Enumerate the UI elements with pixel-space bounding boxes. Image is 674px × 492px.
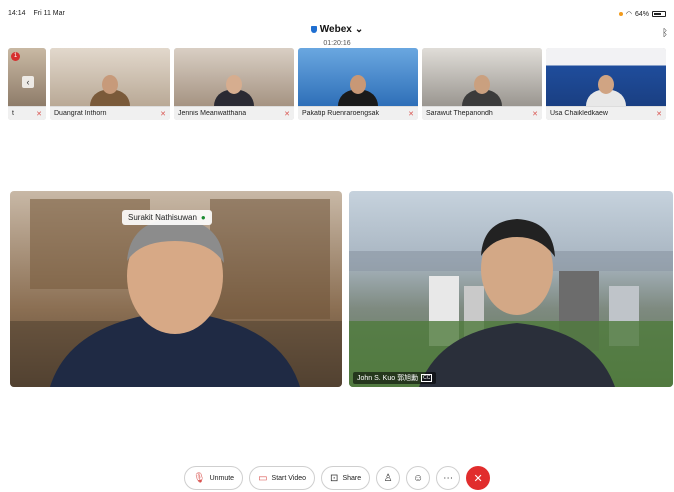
participant-figure — [586, 75, 626, 106]
participant-namebar: Duangrat Inthorn ✕ — [50, 106, 170, 120]
mic-muted-icon: ✕ — [160, 110, 166, 118]
mic-muted-icon: ✕ — [532, 110, 538, 118]
participant-thumb-5[interactable]: Usa Chaikledkaew ✕ — [546, 48, 666, 120]
status-date: Fri 11 Mar — [33, 10, 65, 17]
unmute-button[interactable]: 🎙 Unmute — [183, 466, 244, 490]
mic-muted-icon: ✕ — [284, 110, 290, 118]
video-off-icon: ▭ — [258, 472, 268, 484]
privacy-indicator-icon — [618, 12, 623, 16]
battery-icon — [652, 11, 666, 17]
wifi-icon: ◠ — [625, 11, 632, 18]
mic-on-icon: ● — [200, 213, 206, 222]
status-bar-left: 14:14 Fri 11 Mar — [8, 10, 71, 17]
participant-name: Pakatip Ruenraroengsak — [302, 110, 380, 117]
participant-name: Sarawut Thepanondh — [426, 110, 493, 117]
start-video-label: Start Video — [271, 474, 307, 482]
meeting-header: Webex ⌄ 01:20:16 — [0, 20, 674, 47]
participant-video — [50, 48, 170, 106]
mic-muted-icon: ✕ — [36, 110, 42, 118]
unmute-label: Unmute — [209, 474, 235, 482]
reactions-button[interactable]: ☺ — [406, 466, 431, 490]
participant-figure — [214, 75, 254, 106]
participant-namebar: t ✕ — [8, 106, 46, 120]
participant-thumb-1[interactable]: Duangrat Inthorn ✕ — [50, 48, 170, 120]
meeting-duration: 01:20:16 — [323, 40, 351, 47]
participant-video — [174, 48, 294, 106]
start-video-button[interactable]: ▭ Start Video — [249, 466, 316, 490]
more-options-button[interactable]: ⋯ — [436, 466, 461, 490]
status-time: 14:14 — [8, 10, 26, 17]
chevron-down-icon: ⌄ — [354, 24, 364, 35]
close-icon: ✕ — [473, 472, 483, 485]
participant-video — [298, 48, 418, 106]
participant-thumb-3[interactable]: Pakatip Ruenraroengsak ✕ — [298, 48, 418, 120]
participant-name: Usa Chaikledkaew — [550, 110, 608, 117]
participant-figure — [338, 75, 378, 106]
secure-shield-icon — [310, 26, 317, 33]
participant-thumb-0[interactable]: 1 ‹ t ✕ — [8, 48, 46, 120]
caption-icon: CC — [421, 374, 433, 382]
participant-namebar: Usa Chaikledkaew ✕ — [546, 106, 666, 120]
participant-namebar: Pakatip Ruenraroengsak ✕ — [298, 106, 418, 120]
mic-muted-icon: 🎙 — [192, 472, 206, 484]
share-label: Share — [342, 474, 362, 482]
app-title-menu[interactable]: Webex ⌄ — [310, 24, 364, 35]
participant-name: John S. Kuo 郭旭勳 — [357, 375, 419, 382]
leave-meeting-button[interactable]: ✕ — [466, 466, 491, 490]
participants-strip[interactable]: 1 ‹ t ✕ Duangrat Inthorn ✕ Jennis Meanwa… — [8, 48, 674, 120]
participant-video — [422, 48, 542, 106]
meeting-controls: 🎙 Unmute ▭ Start Video ⊡ Share ♙ ☺ ⋯ ✕ — [0, 466, 674, 490]
participants-icon: ♙ — [383, 472, 393, 484]
scroll-left-icon[interactable]: ‹ — [22, 76, 34, 88]
reactions-icon: ☺ — [413, 472, 424, 484]
participant-namebar: Sarawut Thepanondh ✕ — [422, 106, 542, 120]
participant-figure — [90, 75, 130, 106]
active-speaker-name: Surakit Nathisuwan — [128, 213, 197, 222]
more-icon: ⋯ — [443, 472, 454, 484]
app-title: Webex — [319, 24, 352, 35]
share-button[interactable]: ⊡ Share — [321, 466, 371, 490]
active-speaker-label: Surakit Nathisuwan ● — [122, 210, 212, 225]
participant-main-video — [349, 219, 673, 387]
participants-button[interactable]: ♙ — [376, 466, 401, 490]
participant-name: Jennis Meanwatthana — [178, 110, 247, 117]
webex-meeting-window: 14:14 Fri 11 Mar ◠ 64% Webex ⌄ 01:20:16 … — [0, 0, 674, 492]
mic-muted-icon: ✕ — [656, 110, 662, 118]
battery-percent: 64% — [634, 10, 649, 18]
share-icon: ⊡ — [330, 472, 339, 484]
bluetooth-icon: ᛒ — [662, 28, 668, 39]
participant-name: t — [12, 110, 14, 117]
participant-tile-main[interactable]: John S. Kuo 郭旭勳 CC — [349, 191, 673, 387]
participant-thumb-4[interactable]: Sarawut Thepanondh ✕ — [422, 48, 542, 120]
mic-muted-icon: ✕ — [408, 110, 414, 118]
notification-badge: 1 — [11, 52, 20, 61]
status-bar-right: ◠ 64% — [618, 10, 666, 18]
participant-figure — [462, 75, 502, 106]
participant-thumb-2[interactable]: Jennis Meanwatthana ✕ — [174, 48, 294, 120]
participant-namebar: Jennis Meanwatthana ✕ — [174, 106, 294, 120]
participant-name-tag: John S. Kuo 郭旭勳 CC — [353, 372, 437, 384]
participant-name: Duangrat Inthorn — [54, 110, 107, 117]
participant-video — [546, 48, 666, 106]
